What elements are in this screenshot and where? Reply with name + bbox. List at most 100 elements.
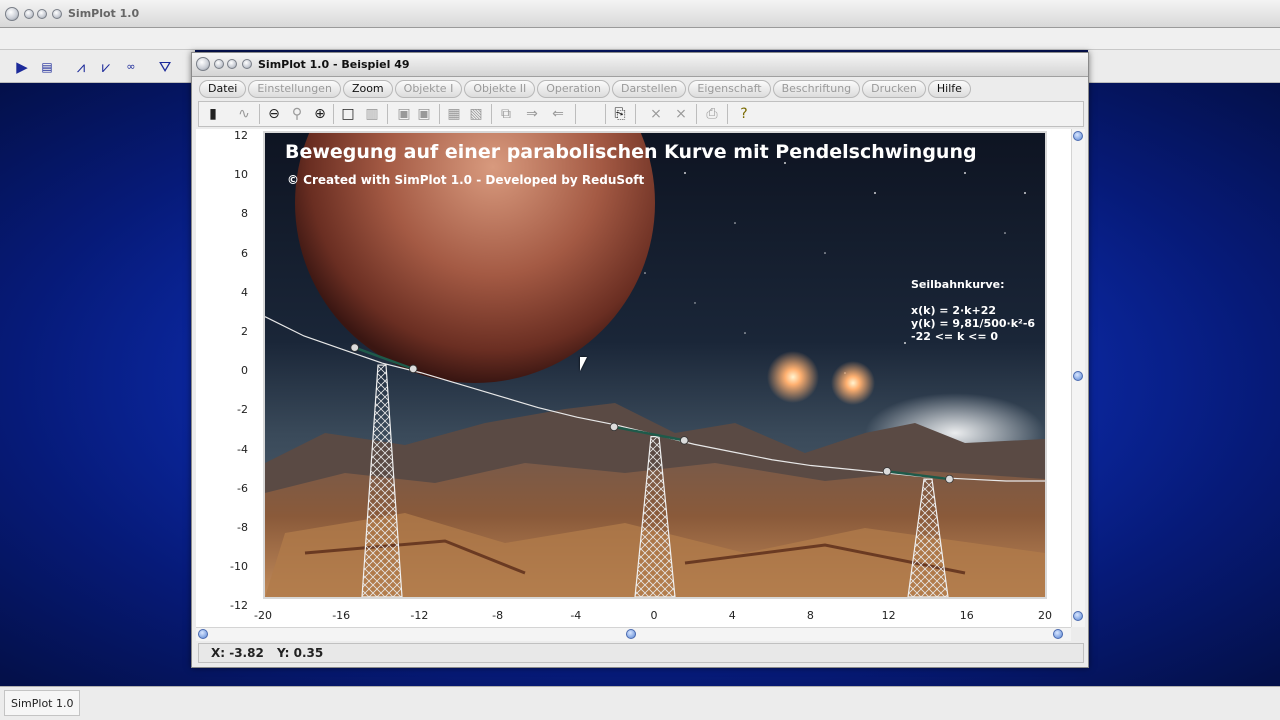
taskbar: SimPlot 1.0 [0, 686, 1280, 720]
horizontal-scroll-thumb[interactable] [626, 629, 636, 639]
plot-title: Bewegung auf einer parabolischen Kurve m… [285, 141, 977, 163]
menu-drucken[interactable]: Drucken [862, 80, 926, 98]
help-icon[interactable]: ? [735, 105, 753, 123]
window-maximize-icon[interactable] [227, 59, 237, 69]
menu-objekte-i[interactable]: Objekte I [394, 80, 463, 98]
menu-beschriftung[interactable]: Beschriftung [772, 80, 861, 98]
x-tick-label: 16 [959, 609, 974, 622]
window-restore-icon[interactable] [242, 59, 252, 69]
window-titlebar: SimPlot 1.0 - Beispiel 49 [192, 53, 1088, 77]
status-x-coordinate: X: -3.82 [211, 646, 264, 660]
plot-credit: © Created with SimPlot 1.0 - Developed b… [287, 173, 645, 187]
y-tick-label: 12 [234, 129, 248, 142]
x-tick-label: -12 [410, 609, 429, 622]
scene-svg [265, 133, 1045, 597]
grid-icon[interactable]: ▥ [363, 105, 381, 123]
x-tick-label: -4 [570, 609, 582, 622]
zoom-out-icon[interactable]: ⊖ [265, 105, 283, 123]
y-tick-label: 8 [241, 207, 248, 221]
print-icon[interactable]: ⎙ [703, 105, 721, 123]
table-view-icon[interactable]: ▦ [445, 105, 463, 123]
x-tick-label: -20 [254, 609, 272, 622]
arrow-left-icon[interactable]: ⇐ [549, 105, 567, 123]
scroll-left-button[interactable] [198, 629, 208, 639]
close-icon[interactable] [5, 7, 19, 21]
menu-datei[interactable]: Datei [199, 80, 247, 98]
rectangle-icon[interactable]: □ [339, 105, 357, 123]
image-icon[interactable]: ▧ [467, 105, 485, 123]
menu-hilfe[interactable]: Hilfe [927, 80, 971, 98]
delete-icon[interactable]: ⨯ [647, 105, 665, 123]
y-tick-label: 2 [241, 325, 248, 338]
menubar: Datei Einstellungen Zoom Objekte I Objekte I… [198, 79, 1084, 101]
minimize-icon[interactable] [24, 9, 34, 19]
menu-darstellen[interactable]: Darstellen [611, 80, 687, 98]
frame-icon[interactable]: ▣ [395, 105, 413, 123]
outer-window-title: SimPlot 1.0 [68, 7, 140, 20]
y-tick-label: -8 [237, 521, 248, 534]
arrow-right-icon[interactable]: ⇒ [523, 105, 541, 123]
delete-all-icon[interactable]: ⨯ [672, 105, 690, 123]
zoom-icon[interactable]: ⚲ [288, 105, 306, 123]
formula-line: -22 <= k <= 0 [911, 330, 999, 343]
x-tick-label: 0 [650, 609, 658, 622]
outer-toolbar: ▶ ▤ ⩘ ⩗ ∞ ⛛ [0, 50, 195, 83]
play-icon[interactable]: ▶ [13, 58, 31, 76]
y-tick-label: -4 [237, 442, 248, 456]
chart-points-icon[interactable]: ∞ [122, 58, 140, 76]
menu-einstellungen[interactable]: Einstellungen [248, 80, 341, 98]
gondola-point [350, 343, 359, 352]
mouse-cursor-icon [580, 357, 587, 371]
scroll-up-button[interactable] [1073, 131, 1083, 141]
status-y-coordinate: Y: 0.35 [277, 646, 324, 660]
formula-line: y(k) = 9,81/500·k²-6 [911, 317, 1036, 330]
scene-image: Bewegung auf einer parabolischen Kurve m… [263, 131, 1047, 599]
formula-heading: Seilbahnkurve: [911, 278, 1005, 291]
frame-alt-icon[interactable]: ▣ [415, 105, 433, 123]
x-tick-label: -16 [332, 609, 351, 622]
y-tick-label: 10 [234, 168, 248, 182]
outer-toolbar-right [1088, 50, 1280, 83]
y-tick-label: -6 [237, 481, 248, 495]
menu-eigenschaft[interactable]: Eigenschaft [688, 80, 771, 98]
restore-icon[interactable] [52, 9, 62, 19]
y-tick-label: -10 [230, 560, 248, 574]
status-bar: X: -3.82 Y: 0.35 [198, 643, 1084, 663]
zoom-in-icon[interactable]: ⊕ [311, 105, 329, 123]
scroll-down-button[interactable] [1073, 611, 1083, 621]
copy-icon[interactable]: ⧉ [497, 105, 515, 123]
horizontal-scrollbar[interactable] [196, 627, 1071, 641]
calculator-icon[interactable]: ▮ [204, 105, 222, 123]
plot-area[interactable]: Bewegung auf einer parabolischen Kurve m… [196, 129, 1073, 627]
window-close-icon[interactable] [196, 57, 210, 71]
line-chart-icon[interactable]: ⩘ [72, 58, 90, 76]
gondola-point [680, 436, 689, 445]
curve-icon[interactable]: ∿ [235, 105, 253, 123]
taskbar-app-button[interactable]: SimPlot 1.0 [4, 690, 81, 716]
table-icon[interactable]: ▤ [38, 58, 56, 76]
toolbar: ▮ ∿ ⊖ ⚲ ⊕ □ ▥ ▣ ▣ ▦ ▧ ⧉ ⇒ ⇐ ⎘ ⨯ ⨯ ⎙ ? [198, 101, 1084, 127]
scroll-right-button[interactable] [1053, 629, 1063, 639]
maximize-icon[interactable] [37, 9, 47, 19]
x-tick-label: 12 [881, 609, 896, 622]
filter-icon[interactable]: ⛛ [156, 58, 174, 76]
menu-zoom[interactable]: Zoom [342, 80, 393, 98]
pages-icon[interactable]: ⎘ [611, 105, 629, 123]
outer-menubar [0, 28, 1280, 50]
chart-edit-icon[interactable]: ⩗ [97, 58, 115, 76]
vertical-scrollbar[interactable] [1071, 129, 1085, 627]
menu-operation[interactable]: Operation [537, 80, 610, 98]
y-tick-label: -12 [230, 599, 248, 613]
window-title: SimPlot 1.0 - Beispiel 49 [258, 58, 410, 71]
x-tick-label: 4 [728, 609, 736, 622]
window-minimize-icon[interactable] [214, 59, 224, 69]
vertical-scroll-thumb[interactable] [1073, 371, 1083, 381]
gondola-point [945, 474, 954, 484]
outer-titlebar: SimPlot 1.0 [0, 0, 1280, 28]
menu-objekte-ii[interactable]: Objekte II [464, 80, 536, 98]
y-tick-label: 0 [241, 364, 248, 378]
x-tick-label: 8 [806, 609, 814, 622]
x-tick-label: -8 [492, 609, 504, 622]
document-window: SimPlot 1.0 - Beispiel 49 Datei Einstellu… [191, 52, 1089, 668]
gondola-point [609, 422, 619, 432]
